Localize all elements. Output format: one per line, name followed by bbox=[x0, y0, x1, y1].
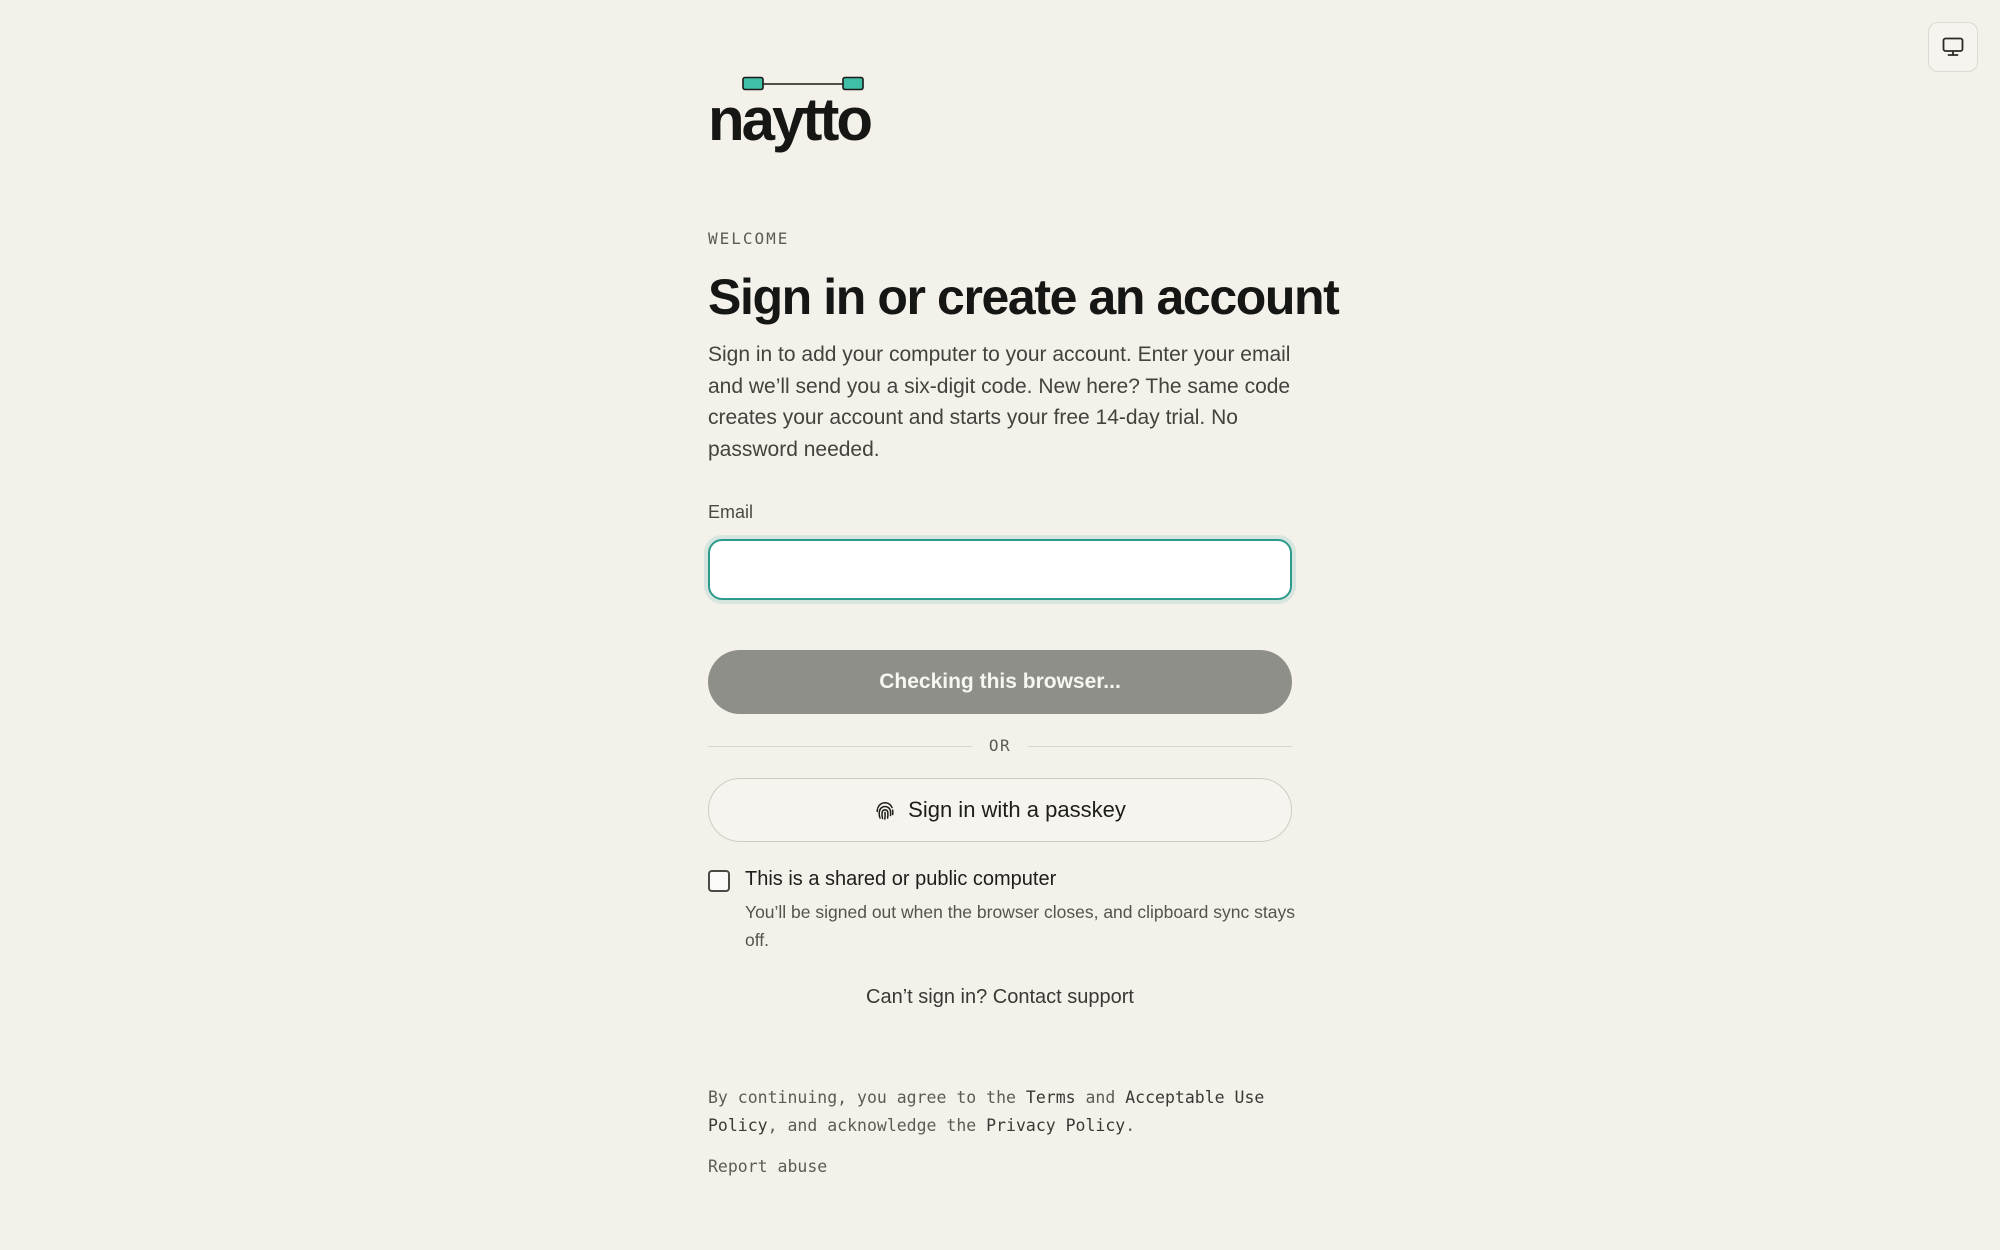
page-title: Sign in or create an account bbox=[708, 269, 1340, 325]
divider-line-right bbox=[1028, 746, 1292, 747]
or-divider: OR bbox=[708, 734, 1292, 758]
legal-middle: , and acknowledge the bbox=[767, 1116, 987, 1135]
shared-computer-label[interactable]: This is a shared or public computer bbox=[745, 868, 1056, 891]
welcome-eyebrow: WELCOME bbox=[708, 229, 790, 248]
monitor-icon bbox=[1942, 37, 1964, 56]
fingerprint-icon bbox=[876, 801, 894, 820]
passkey-signin-button[interactable]: Sign in with a passkey bbox=[708, 778, 1292, 842]
email-input[interactable] bbox=[708, 539, 1292, 600]
privacy-policy-link[interactable]: Privacy Policy bbox=[986, 1116, 1125, 1135]
email-label: Email bbox=[708, 502, 754, 522]
legal-prefix: By continuing, you agree to the bbox=[708, 1088, 1026, 1107]
logo-wordmark: naytto bbox=[708, 86, 873, 153]
legal-notice: By continuing, you agree to the Terms an… bbox=[708, 1084, 1292, 1140]
shared-computer-checkbox[interactable] bbox=[708, 870, 730, 892]
shared-computer-help: You’ll be signed out when the browser cl… bbox=[745, 902, 1295, 950]
intro-text: Sign in to add your computer to your acc… bbox=[708, 343, 1291, 461]
contact-support-link[interactable]: Can’t sign in? Contact support bbox=[708, 986, 1292, 1009]
legal-and: and bbox=[1075, 1088, 1126, 1107]
terms-link[interactable]: Terms bbox=[1026, 1088, 1076, 1107]
display-settings-button[interactable] bbox=[1928, 22, 1978, 72]
checking-browser-button[interactable]: Checking this browser... bbox=[708, 650, 1292, 714]
naytto-logo: naytto bbox=[708, 76, 888, 156]
sign-in-page: naytto WELCOME Sign in or create an acco… bbox=[0, 0, 2000, 1250]
report-abuse-link[interactable]: Report abuse bbox=[708, 1157, 827, 1176]
legal-suffix: . bbox=[1125, 1116, 1136, 1135]
passkey-button-label: Sign in with a passkey bbox=[908, 797, 1126, 822]
